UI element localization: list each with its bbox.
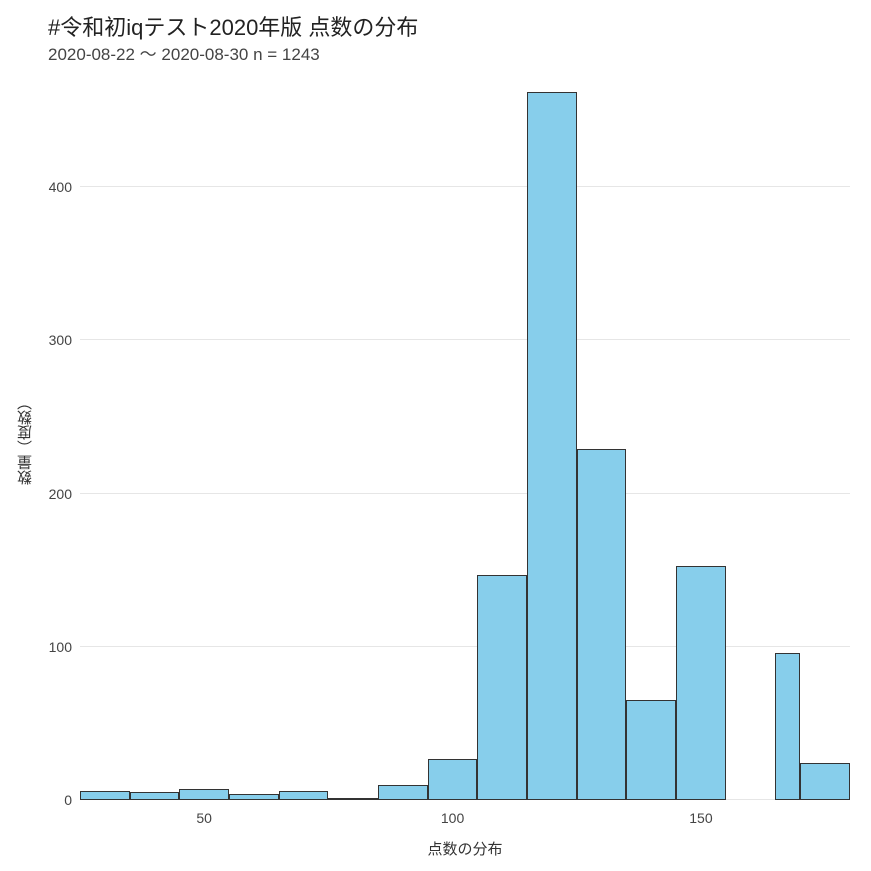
histogram-bar: [775, 653, 800, 800]
y-tick-label: 0: [64, 792, 72, 808]
x-tick-label: 100: [441, 810, 464, 826]
histogram-bar: [179, 789, 229, 800]
histogram-bar: [676, 566, 726, 800]
y-tick-label: 400: [49, 179, 72, 195]
chart-subtitle: 2020-08-22 〜 2020-08-30 n = 1243: [48, 40, 320, 65]
histogram-bar: [577, 449, 627, 800]
y-tick-label: 300: [49, 332, 72, 348]
x-tick-label: 150: [689, 810, 712, 826]
histogram-bar: [279, 791, 329, 800]
y-axis-label: 数量（度数）: [15, 80, 36, 800]
histogram-bar: [626, 700, 676, 800]
x-axis: 50 100 150: [80, 800, 850, 840]
bars-layer: [80, 80, 850, 800]
chart-container: #令和初iqテスト2020年版 点数の分布 2020-08-22 〜 2020-…: [0, 0, 871, 871]
histogram-bar: [527, 92, 577, 800]
histogram-bar: [477, 575, 527, 800]
histogram-bar: [80, 791, 130, 800]
y-tick-label: 200: [49, 486, 72, 502]
x-tick-label: 50: [196, 810, 212, 826]
histogram-bar: [378, 785, 428, 800]
plot-area: [80, 80, 850, 800]
histogram-bar: [428, 759, 478, 800]
x-axis-label: 点数の分布: [80, 838, 850, 859]
y-axis: 0100200300400: [40, 80, 80, 800]
histogram-bar: [800, 763, 850, 800]
histogram-bar: [130, 792, 180, 800]
y-tick-label: 100: [49, 639, 72, 655]
chart-title: #令和初iqテスト2020年版 点数の分布: [48, 10, 418, 42]
